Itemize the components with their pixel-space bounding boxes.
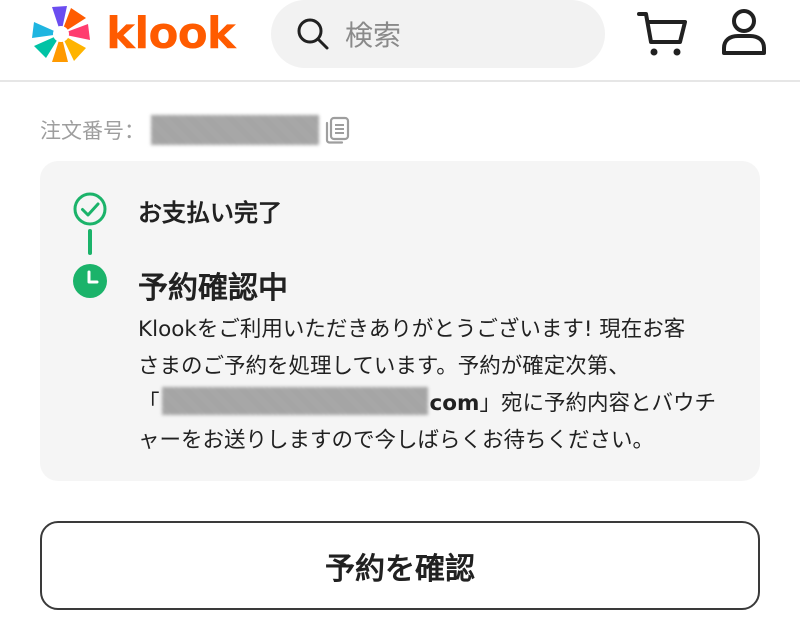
cart-icon[interactable] xyxy=(636,8,688,60)
view-booking-button[interactable]: 予約を確認 xyxy=(40,521,760,610)
copy-icon[interactable] xyxy=(323,115,351,145)
timeline-connector xyxy=(88,229,92,255)
user-icon[interactable] xyxy=(718,6,770,58)
order-number-label: 注文番号： xyxy=(40,119,145,143)
message-line-2: さまのご予約を処理しています。予約が確定次第、 xyxy=(138,354,630,379)
order-number-row: 注文番号： xyxy=(40,112,351,148)
quote-open: 「 xyxy=(138,391,160,416)
clock-icon xyxy=(73,264,107,298)
klook-logo-icon xyxy=(32,6,90,62)
email-redacted xyxy=(161,387,428,415)
search-icon xyxy=(297,18,329,50)
search-placeholder: 検索 xyxy=(345,19,402,52)
message-line-3: 「 com」宛に予約内容とバウチ xyxy=(138,385,738,422)
email-suffix: com xyxy=(429,391,480,416)
check-circle-icon xyxy=(73,192,107,226)
booking-confirming-label: 予約確認中 xyxy=(138,271,288,306)
order-number-redacted xyxy=(151,115,319,145)
message-line-3-rest: 」宛に予約内容とバウチ xyxy=(479,391,716,416)
search-bar[interactable]: 検索 xyxy=(271,0,605,68)
payment-complete-label: お支払い完了 xyxy=(138,199,282,227)
brand-name: klook xyxy=(106,8,236,59)
klook-logo[interactable]: klook xyxy=(30,4,236,64)
status-message: Klookをご利用いただきありがとうございます! 現在お客 さまのご予約を処理し… xyxy=(138,311,738,459)
booking-status-card: お支払い完了 予約確認中 Klookをご利用いただきありがとうございます! 現在… xyxy=(40,161,760,481)
top-header: klook 検索 xyxy=(0,0,800,82)
message-line-1: Klookをご利用いただきありがとうございます! 現在お客 xyxy=(138,317,686,342)
message-line-4: ャーをお送りしますので今しばらくお待ちください。 xyxy=(138,428,655,453)
